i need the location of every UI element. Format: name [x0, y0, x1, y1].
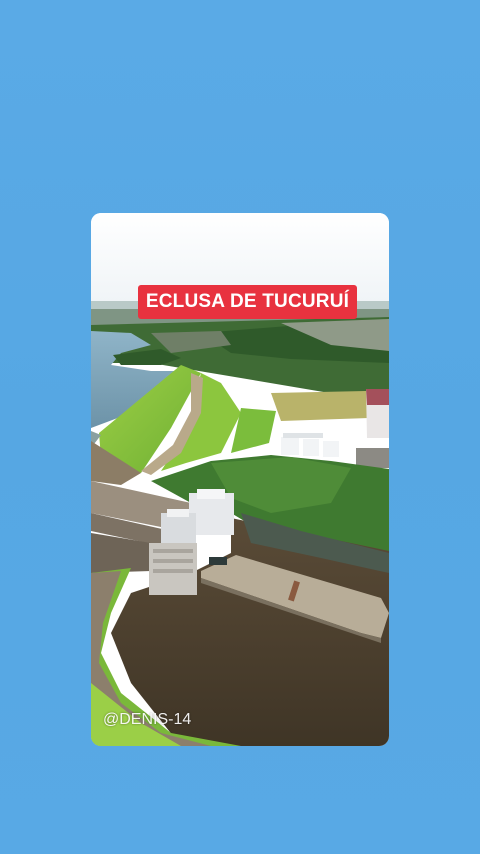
media-card[interactable]: ECLUSA DE TUCURUÍ @DENIS-14	[91, 213, 389, 746]
title-badge: ECLUSA DE TUCURUÍ	[138, 285, 357, 319]
story-background: ECLUSA DE TUCURUÍ @DENIS-14	[0, 0, 480, 854]
watermark-handle: @DENIS-14	[103, 711, 192, 728]
